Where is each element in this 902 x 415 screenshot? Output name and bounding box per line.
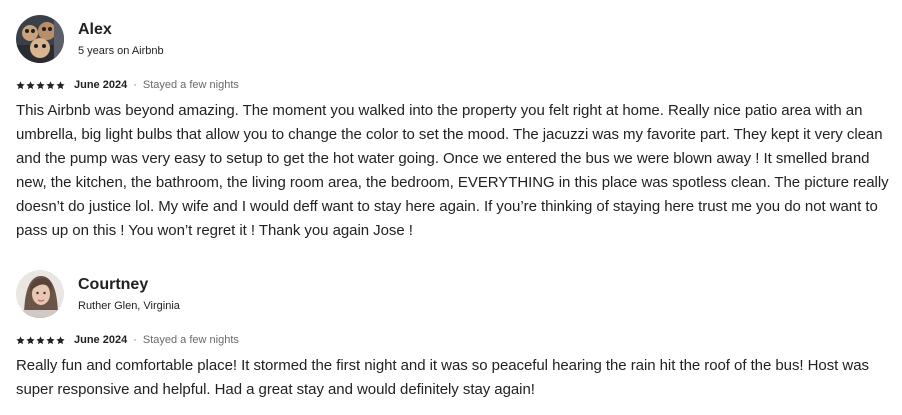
review-meta: June 2024 · Stayed a few nights <box>16 77 900 93</box>
rating-stars <box>16 335 65 345</box>
star-icon <box>56 335 65 344</box>
review-text: This Airbnb was beyond amazing. The mome… <box>16 102 889 239</box>
reviewer-location: Ruther Glen, Virginia <box>78 299 180 312</box>
stay-length: Stayed a few nights <box>142 79 239 91</box>
review-text: Really fun and comfortable place! It sto… <box>16 357 869 398</box>
reviewer-info: Alex 5 years on Airbnb <box>78 20 164 59</box>
review-card-alex: Alex 5 years on Airbnb June 2024 · Staye… <box>16 14 900 243</box>
star-icon <box>46 80 55 89</box>
star-icon <box>26 335 35 344</box>
reviewer-header: Alex 5 years on Airbnb <box>16 14 900 64</box>
rating-stars <box>16 80 65 90</box>
review-card-courtney: Courtney Ruther Glen, Virginia June 2024… <box>16 269 900 402</box>
separator-dot: · <box>133 334 137 346</box>
star-icon <box>26 80 35 89</box>
reviewer-name[interactable]: Courtney <box>78 275 180 295</box>
star-icon <box>36 80 45 89</box>
review-date: June 2024 <box>74 79 128 91</box>
star-icon <box>36 335 45 344</box>
reviewer-info: Courtney Ruther Glen, Virginia <box>78 275 180 314</box>
star-icon <box>16 80 25 89</box>
avatar[interactable] <box>16 270 64 318</box>
avatar[interactable] <box>16 15 64 63</box>
review-meta: June 2024 · Stayed a few nights <box>16 332 900 348</box>
reviewer-name[interactable]: Alex <box>78 20 164 40</box>
stay-length: Stayed a few nights <box>142 334 239 346</box>
star-icon <box>16 335 25 344</box>
separator-dot: · <box>133 79 137 91</box>
star-icon <box>56 80 65 89</box>
reviewer-header: Courtney Ruther Glen, Virginia <box>16 269 900 319</box>
star-icon <box>46 335 55 344</box>
avatar-photo <box>16 270 64 318</box>
avatar-photo <box>16 15 64 63</box>
reviewer-tenure: 5 years on Airbnb <box>78 44 164 57</box>
review-date: June 2024 <box>74 334 128 346</box>
